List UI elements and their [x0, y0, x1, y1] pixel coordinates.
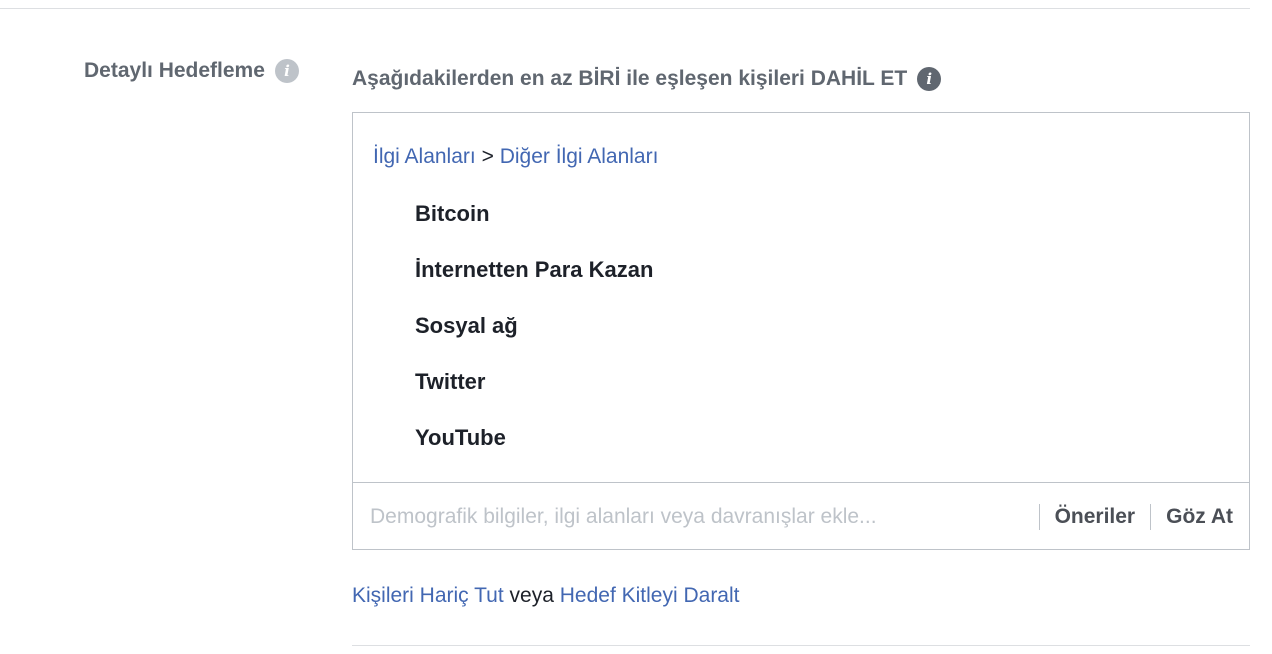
or-text: veya	[509, 584, 554, 607]
include-heading: Aşağıdakilerden en az BİRİ ile eşleşen k…	[352, 67, 942, 91]
suggestions-button[interactable]: Öneriler	[1040, 505, 1151, 529]
breadcrumb-parent[interactable]: İlgi Alanları	[373, 145, 476, 168]
interest-item[interactable]: Twitter	[415, 367, 653, 423]
section-label: Detaylı Hedefleme i	[84, 59, 299, 83]
bottom-divider	[352, 645, 1250, 646]
targeting-search-input[interactable]	[370, 501, 1039, 532]
detailed-targeting-box: İlgi Alanları > Diğer İlgi Alanları Bitc…	[352, 112, 1250, 550]
info-icon[interactable]: i	[274, 59, 299, 83]
breadcrumb-child[interactable]: Diğer İlgi Alanları	[500, 145, 659, 168]
info-icon[interactable]: i	[917, 67, 942, 91]
interest-item[interactable]: Bitcoin	[415, 199, 653, 255]
targeting-input-row: Öneriler Göz At	[353, 482, 1249, 550]
top-divider	[0, 8, 1250, 9]
breadcrumb-separator: >	[481, 145, 494, 168]
browse-button[interactable]: Göz At	[1151, 505, 1249, 529]
narrow-audience-link[interactable]: Hedef Kitleyi Daralt	[560, 584, 740, 607]
interest-item[interactable]: Sosyal ağ	[415, 311, 653, 367]
footer-links: Kişileri Hariç Tut veya Hedef Kitleyi Da…	[352, 584, 740, 608]
include-heading-text: Aşağıdakilerden en az BİRİ ile eşleşen k…	[352, 67, 908, 90]
breadcrumb: İlgi Alanları > Diğer İlgi Alanları	[373, 145, 658, 169]
interest-item[interactable]: İnternetten Para Kazan	[415, 255, 653, 311]
interest-item[interactable]: YouTube	[415, 423, 653, 479]
interest-list: Bitcoin İnternetten Para Kazan Sosyal ağ…	[415, 199, 653, 479]
exclude-people-link[interactable]: Kişileri Hariç Tut	[352, 584, 504, 607]
section-label-text: Detaylı Hedefleme	[84, 59, 265, 82]
